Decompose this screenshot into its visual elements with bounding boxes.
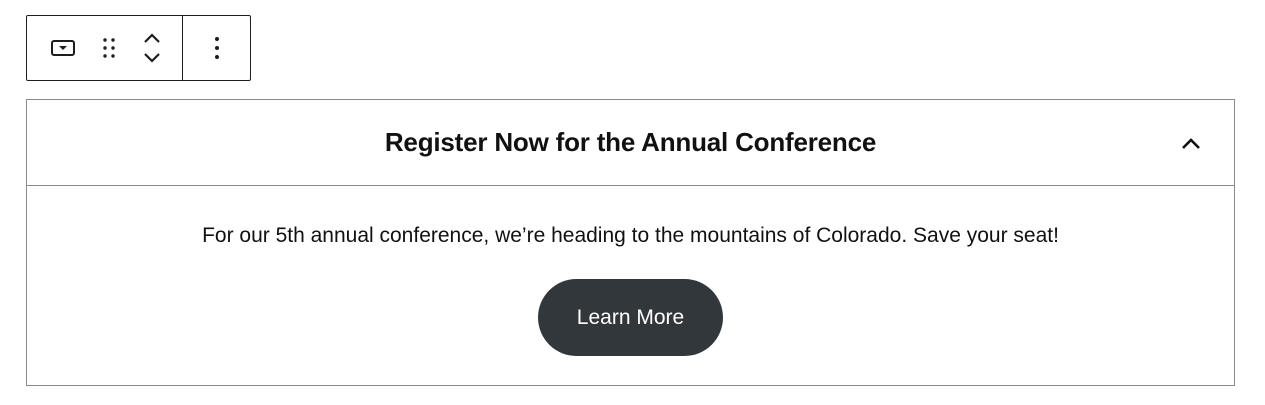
block-movers: [140, 28, 164, 68]
move-up-button[interactable]: [140, 28, 164, 48]
drag-handle-icon: [103, 38, 115, 58]
more-vertical-icon: [215, 37, 219, 59]
chevron-up-icon: [144, 33, 160, 43]
options-button[interactable]: [205, 35, 229, 61]
accordion-block-icon: [51, 40, 75, 56]
chevron-up-icon: [1182, 137, 1200, 149]
block-toolbar: [26, 15, 251, 81]
block-type-button[interactable]: [48, 38, 78, 58]
accordion-panel: For our 5th annual conference, we’re hea…: [27, 186, 1234, 356]
move-down-button[interactable]: [140, 48, 164, 68]
accordion-toggle[interactable]: [1176, 128, 1206, 158]
toolbar-options-group: [183, 16, 229, 80]
accordion-title: Register Now for the Annual Conference: [384, 127, 877, 157]
chevron-down-icon: [144, 53, 160, 63]
toolbar-main-group: [27, 16, 183, 80]
drag-handle-button[interactable]: [97, 36, 121, 60]
learn-more-button[interactable]: Learn More: [538, 279, 723, 356]
accordion-block: Register Now for the Annual Conference F…: [26, 99, 1235, 386]
accordion-body-text: For our 5th annual conference, we’re hea…: [202, 224, 1059, 247]
accordion-header[interactable]: Register Now for the Annual Conference: [27, 100, 1234, 186]
